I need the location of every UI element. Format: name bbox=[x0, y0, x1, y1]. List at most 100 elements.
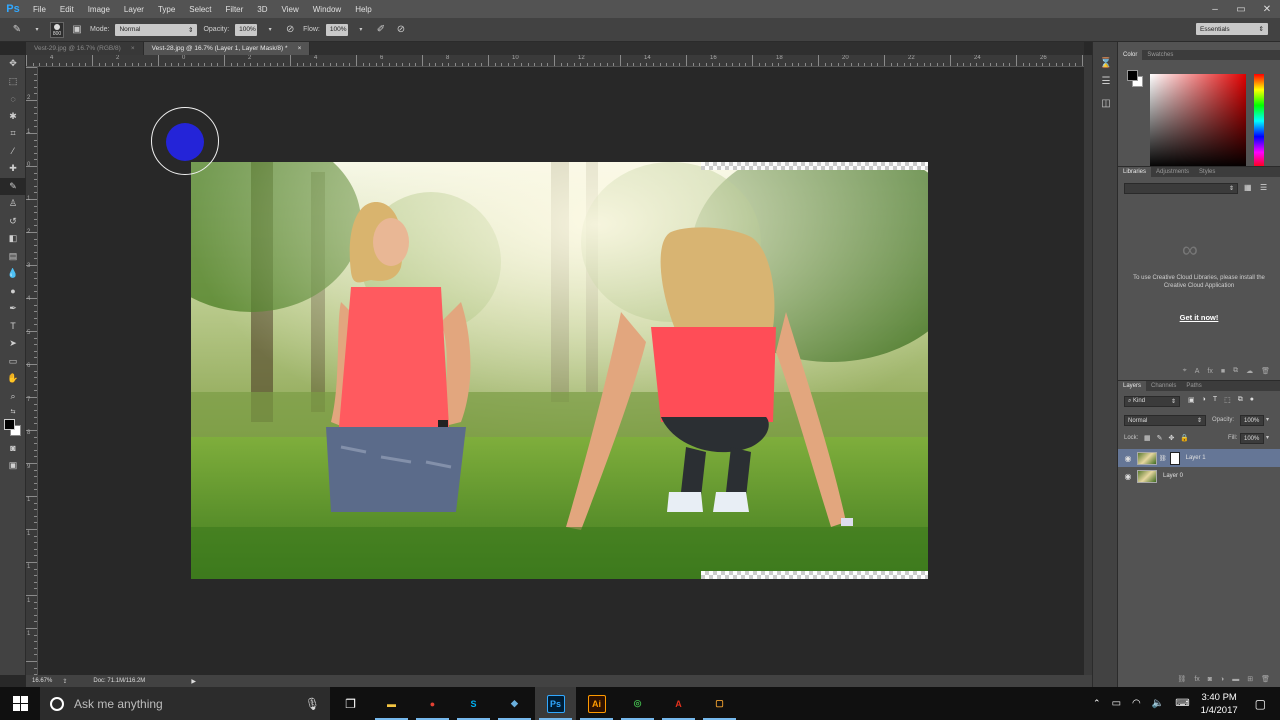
layer-mask-thumbnail[interactable] bbox=[1169, 451, 1180, 465]
rectangle-tool-icon[interactable]: ▭ bbox=[0, 353, 26, 371]
filter-adjustment-icon[interactable]: ◑ bbox=[1202, 396, 1206, 404]
close-tab-icon[interactable]: × bbox=[131, 45, 135, 52]
taskbar-app-skype[interactable]: S bbox=[453, 687, 494, 720]
new-group-icon[interactable]: ▬ bbox=[1232, 676, 1239, 683]
history-brush-tool-icon[interactable]: ↺ bbox=[0, 213, 26, 231]
menu-item-3d[interactable]: 3D bbox=[250, 5, 274, 14]
swap-colors-icon[interactable]: ⇆ bbox=[0, 405, 26, 417]
tab-swatches[interactable]: Swatches bbox=[1142, 50, 1178, 60]
add-fx-icon[interactable]: fx bbox=[1207, 368, 1212, 375]
link-layers-icon[interactable]: ⛓ bbox=[1177, 675, 1186, 683]
mode-select[interactable]: Normal ⇕ bbox=[115, 23, 198, 36]
layer-style-icon[interactable]: fx bbox=[1194, 676, 1199, 683]
filter-toggle-icon[interactable]: ● bbox=[1250, 396, 1254, 404]
taskbar-app-chrome[interactable]: ● bbox=[412, 687, 453, 720]
quick-mask-icon[interactable]: ◙ bbox=[0, 439, 26, 457]
battery-icon[interactable]: ▭ bbox=[1112, 698, 1121, 709]
layer-row[interactable]: ◉ ⛓ Layer 1 bbox=[1118, 449, 1280, 467]
type-tool-icon[interactable]: T bbox=[0, 318, 26, 336]
delete-layer-icon[interactable]: 🗑 bbox=[1261, 675, 1270, 683]
microphone-icon[interactable]: 🎙 bbox=[305, 697, 320, 711]
menu-item-filter[interactable]: Filter bbox=[219, 5, 251, 14]
menu-item-file[interactable]: File bbox=[26, 5, 53, 14]
minimize-icon[interactable]: – bbox=[1202, 0, 1228, 18]
mask-link-icon[interactable]: ⛓ bbox=[1159, 455, 1167, 462]
hand-tool-icon[interactable]: ✋ bbox=[0, 370, 26, 388]
add-color-icon[interactable]: ■ bbox=[1221, 368, 1225, 375]
document-tab[interactable]: Vest-28.jpg @ 16.7% (Layer 1, Layer Mask… bbox=[143, 42, 311, 55]
eraser-tool-icon[interactable]: ◧ bbox=[0, 230, 26, 248]
tab-adjustments[interactable]: Adjustments bbox=[1151, 167, 1194, 177]
task-view-button[interactable]: ❐ bbox=[330, 687, 371, 720]
marquee-tool-icon[interactable]: ⬚ bbox=[0, 73, 26, 91]
healing-brush-tool-icon[interactable]: ✚ bbox=[0, 160, 26, 178]
close-tab-icon[interactable]: × bbox=[298, 45, 302, 52]
menu-item-help[interactable]: Help bbox=[348, 5, 378, 14]
color-field[interactable] bbox=[1150, 74, 1246, 168]
eyedropper-tool-icon[interactable]: ⁄ bbox=[0, 143, 26, 161]
new-layer-icon[interactable]: ⊞ bbox=[1247, 675, 1253, 683]
menu-item-select[interactable]: Select bbox=[182, 5, 218, 14]
filter-type-icon[interactable]: T bbox=[1213, 396, 1217, 404]
fill-input[interactable]: 100% bbox=[1240, 433, 1264, 444]
menu-item-window[interactable]: Window bbox=[306, 5, 348, 14]
clone-stamp-tool-icon[interactable]: ♙ bbox=[0, 195, 26, 213]
screen-mode-icon[interactable]: ▣ bbox=[0, 457, 26, 475]
path-select-tool-icon[interactable]: ➤ bbox=[0, 335, 26, 353]
layer-name[interactable]: Layer 0 bbox=[1163, 473, 1183, 479]
lock-position-icon[interactable]: ✥ bbox=[1169, 434, 1175, 442]
opacity-input[interactable]: 100% bbox=[235, 23, 258, 36]
volume-icon[interactable]: 🔈 bbox=[1152, 698, 1164, 709]
lock-transparent-icon[interactable]: ▦ bbox=[1144, 434, 1151, 442]
airbrush-icon[interactable]: ✐ bbox=[374, 23, 388, 37]
layer-row[interactable]: ◉ Layer 0 bbox=[1118, 467, 1280, 485]
lasso-tool-icon[interactable]: ◌ bbox=[0, 90, 26, 108]
notifications-icon[interactable]: ▢ bbox=[1255, 697, 1266, 711]
add-graphic-icon[interactable]: ⌖ bbox=[1183, 367, 1187, 375]
visibility-eye-icon[interactable]: ◉ bbox=[1122, 472, 1134, 481]
export-icon[interactable]: ⇪ bbox=[62, 678, 67, 685]
quick-select-tool-icon[interactable]: ✱ bbox=[0, 108, 26, 126]
status-menu-icon[interactable]: ▶ bbox=[191, 678, 196, 685]
wifi-icon[interactable]: ◠ bbox=[1132, 698, 1141, 709]
library-delete-icon[interactable]: 🗑 bbox=[1261, 367, 1270, 375]
adjustment-layer-icon[interactable]: ◑ bbox=[1220, 676, 1224, 683]
grid-view-icon[interactable]: ▦ bbox=[1244, 183, 1252, 192]
properties-panel-icon[interactable]: ☰ bbox=[1093, 72, 1119, 90]
info-panel-icon[interactable]: ◫ bbox=[1093, 94, 1119, 112]
blend-mode-select[interactable]: Normal ⇕ bbox=[1124, 415, 1206, 426]
brush-preset-icon[interactable]: ✎ bbox=[10, 23, 24, 37]
flow-dropdown-icon[interactable]: ▾ bbox=[354, 23, 368, 37]
document-image[interactable] bbox=[191, 162, 928, 579]
tab-color[interactable]: Color bbox=[1118, 50, 1143, 60]
hue-slider[interactable] bbox=[1254, 74, 1264, 168]
tab-layers[interactable]: Layers bbox=[1118, 381, 1147, 391]
library-select[interactable]: ⇕ bbox=[1124, 183, 1238, 194]
blur-tool-icon[interactable]: 💧 bbox=[0, 265, 26, 283]
chevron-down-icon[interactable]: ▾ bbox=[30, 23, 44, 37]
filter-smart-icon[interactable]: ⧉ bbox=[1238, 396, 1243, 404]
start-button[interactable] bbox=[0, 687, 40, 720]
brush-size-preview[interactable]: 800 bbox=[50, 21, 64, 38]
document-tab[interactable]: Vest-29.jpg @ 16.7% (RGB/8) × bbox=[26, 42, 144, 55]
foreground-color-swatch[interactable] bbox=[4, 419, 15, 430]
filter-shape-icon[interactable]: ⬚ bbox=[1224, 396, 1231, 404]
menu-item-edit[interactable]: Edit bbox=[53, 5, 81, 14]
taskbar-app-file-explorer[interactable]: ▬ bbox=[371, 687, 412, 720]
opacity-dropdown-icon[interactable]: ▾ bbox=[1266, 416, 1269, 423]
cortana-search-box[interactable]: Ask me anything 🎙 bbox=[40, 687, 330, 720]
brush-panel-icon[interactable]: ▣ bbox=[70, 23, 84, 37]
workspace-select[interactable]: Essentials ⇕ bbox=[1196, 23, 1268, 35]
visibility-eye-icon[interactable]: ◉ bbox=[1122, 454, 1134, 463]
foreground-color-swatch[interactable] bbox=[1127, 70, 1138, 81]
pressure-opacity-icon[interactable]: ⊘ bbox=[283, 23, 297, 37]
maximize-icon[interactable]: ▭ bbox=[1228, 0, 1254, 18]
menu-item-view[interactable]: View bbox=[275, 5, 306, 14]
layer-filter-select[interactable]: ⌕ Kind ⇕ bbox=[1124, 396, 1180, 407]
crop-tool-icon[interactable]: ⌗ bbox=[0, 125, 26, 143]
taskbar-app-app[interactable]: ◆ bbox=[494, 687, 535, 720]
flow-input[interactable]: 100% bbox=[325, 23, 348, 36]
vertical-scrollbar[interactable] bbox=[1084, 55, 1092, 675]
add-mask-icon[interactable]: ◙ bbox=[1208, 676, 1212, 683]
menu-item-layer[interactable]: Layer bbox=[117, 5, 151, 14]
